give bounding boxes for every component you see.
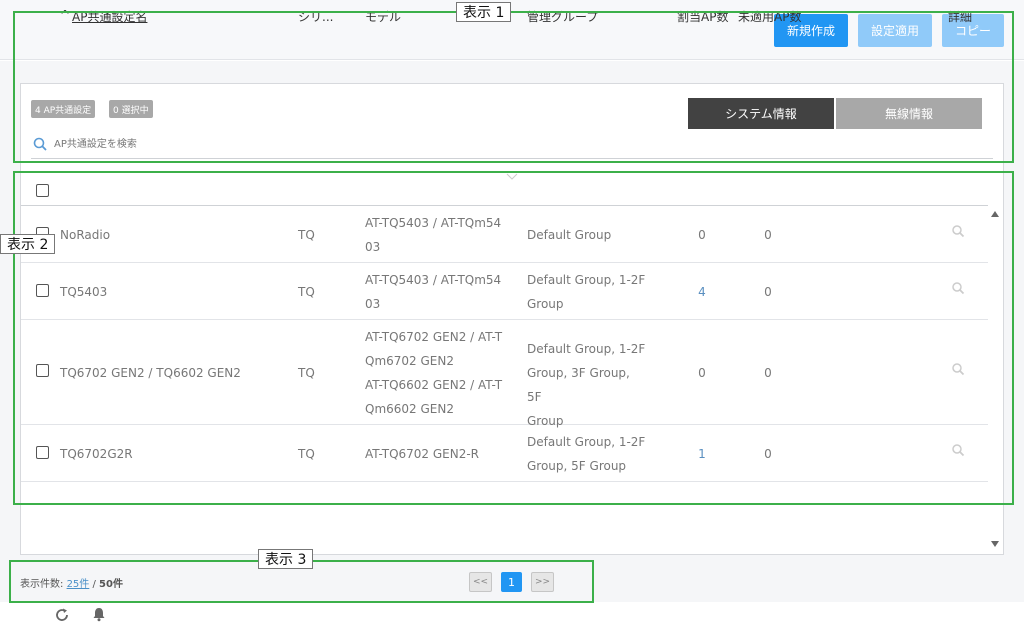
scroll-down-arrow-icon[interactable] <box>990 540 1000 548</box>
annotation-box-2 <box>13 171 1014 505</box>
annotation-label-1: 表示 1 <box>456 2 512 22</box>
bell-icon[interactable] <box>92 606 106 622</box>
bottom-bar <box>0 602 1024 632</box>
refresh-icon[interactable] <box>54 607 70 623</box>
annotation-label-3: 表示 3 <box>258 549 314 569</box>
annotation-label-2: 表示 2 <box>0 234 56 254</box>
annotation-box-1 <box>13 11 1014 163</box>
